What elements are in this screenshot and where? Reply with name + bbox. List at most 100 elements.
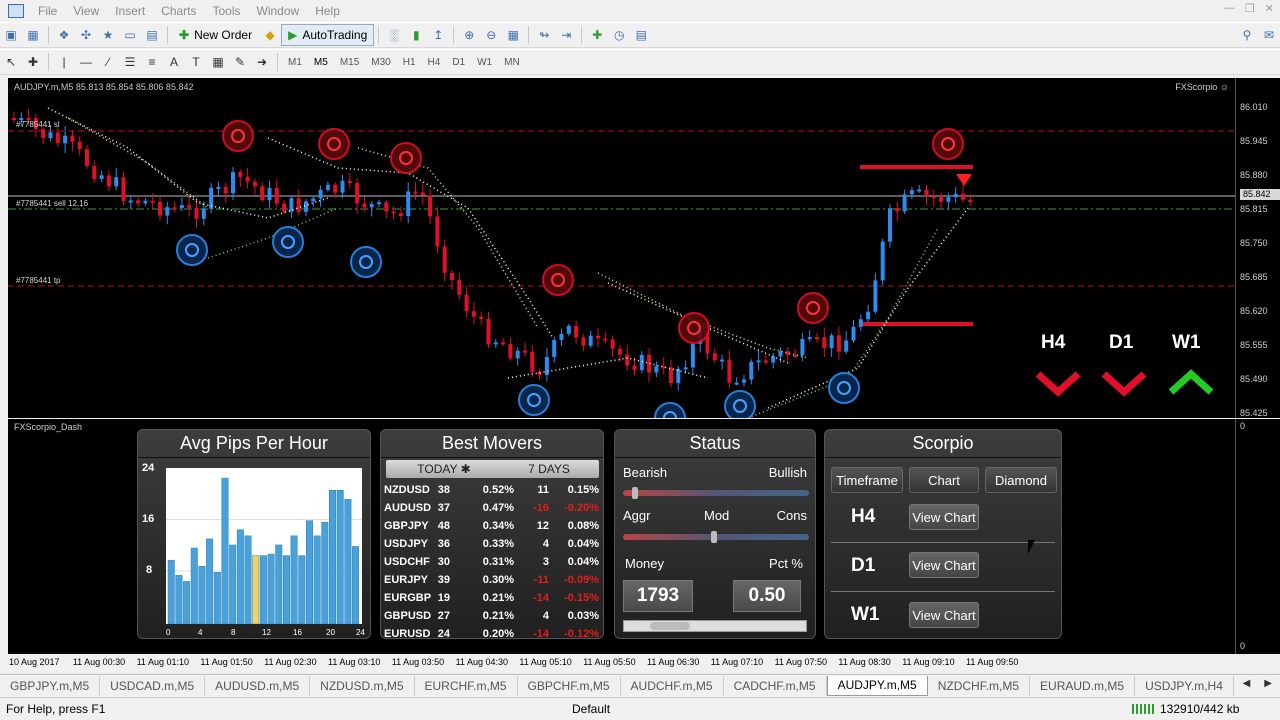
- risk-slider-knob[interactable]: [711, 531, 717, 543]
- indicators-icon[interactable]: ✚: [586, 25, 608, 45]
- metaeditor-icon[interactable]: ◆: [259, 25, 281, 45]
- crosshair-icon[interactable]: ✚: [22, 52, 44, 72]
- candle-body: [961, 193, 965, 200]
- tab-scroll-right-icon[interactable]: ▶: [1264, 678, 1272, 689]
- diamond-button[interactable]: Diamond: [985, 467, 1057, 493]
- grid-icon[interactable]: ▦: [207, 52, 229, 72]
- menu-charts[interactable]: Charts: [153, 4, 204, 18]
- pips-bar: [259, 555, 267, 625]
- horizontal-line-icon[interactable]: —: [75, 52, 97, 72]
- tf-m5[interactable]: M5: [308, 57, 334, 68]
- cursor-icon[interactable]: ↖: [0, 52, 22, 72]
- restore-icon[interactable]: ❐: [1245, 2, 1255, 15]
- menu-help[interactable]: Help: [307, 4, 348, 18]
- periods-icon[interactable]: ◷: [608, 25, 630, 45]
- menu-view[interactable]: View: [65, 4, 107, 18]
- text-icon[interactable]: A: [163, 52, 185, 72]
- tf-d1[interactable]: D1: [446, 57, 471, 68]
- templates-icon[interactable]: ▤: [630, 25, 652, 45]
- candle-body: [347, 180, 352, 184]
- chart-tab[interactable]: AUDJPY.m,M5: [826, 675, 928, 696]
- tester-icon[interactable]: ▤: [141, 25, 163, 45]
- risk-slider[interactable]: [623, 531, 809, 543]
- view-chart-d1-button[interactable]: View Chart: [909, 552, 979, 578]
- chart-tab[interactable]: CADCHF.m,M5: [724, 675, 827, 696]
- chart-tab[interactable]: USDJPY.m,H4: [1135, 675, 1234, 696]
- tf-w1[interactable]: W1: [471, 57, 498, 68]
- chart-tab[interactable]: USDCAD.m,M5: [100, 675, 206, 696]
- search-icon[interactable]: ⚲: [1236, 25, 1258, 45]
- chart-tab[interactable]: GBPJPY.m,M5: [0, 675, 101, 696]
- timeframe-button[interactable]: Timeframe: [831, 467, 903, 493]
- chart-tab[interactable]: EURCHF.m,M5: [415, 675, 518, 696]
- chart-tab[interactable]: NZDCHF.m,M5: [928, 675, 1031, 696]
- chart-tab[interactable]: NZDUSD.m,M5: [310, 675, 415, 696]
- tf-mn[interactable]: MN: [498, 57, 526, 68]
- autotrading-button[interactable]: ▶ AutoTrading: [281, 24, 375, 46]
- chart-tab[interactable]: AUDCHF.m,M5: [621, 675, 724, 696]
- fibonacci-icon[interactable]: ≡: [141, 52, 163, 72]
- chart-tab[interactable]: AUDUSD.m,M5: [205, 675, 311, 696]
- arrows-icon[interactable]: ➜: [251, 52, 273, 72]
- view-chart-w1-button[interactable]: View Chart: [909, 602, 979, 628]
- text-label-icon[interactable]: T: [185, 52, 207, 72]
- candle-body: [866, 311, 871, 320]
- tab-scroll-left-icon[interactable]: ◀: [1243, 678, 1251, 689]
- terminal-icon[interactable]: ▭: [119, 25, 141, 45]
- pct-value[interactable]: 0.50: [733, 580, 801, 612]
- tf-h4[interactable]: H4: [422, 57, 447, 68]
- candle-body: [654, 366, 659, 373]
- candlesticks-icon[interactable]: ▮: [405, 25, 427, 45]
- menu-tools[interactable]: Tools: [205, 4, 249, 18]
- tab-7-days[interactable]: 7 DAYS: [499, 460, 599, 478]
- mover-pct: 0.33%: [482, 538, 514, 550]
- menu-insert[interactable]: Insert: [107, 4, 153, 18]
- new-chart-icon[interactable]: ▣: [0, 25, 22, 45]
- trend-slider[interactable]: [623, 487, 809, 499]
- chart-tab[interactable]: EURAUD.m,M5: [1030, 675, 1136, 696]
- market-watch-icon[interactable]: ❖: [53, 25, 75, 45]
- main-toolbar: ▣ ▦ ❖ ✣ ★ ▭ ▤ ✚ New Order ◆ ▶ AutoTrading …: [0, 22, 1280, 48]
- candle-body: [106, 175, 111, 187]
- trend-slider-knob[interactable]: [632, 487, 638, 499]
- chart-tab[interactable]: GBPCHF.m,M5: [518, 675, 621, 696]
- scroll-thumb[interactable]: [650, 622, 690, 630]
- mover-pair: NZDUSD: [384, 484, 430, 496]
- tab-today[interactable]: TODAY ✱: [386, 460, 502, 478]
- x-tick: 20: [326, 628, 335, 637]
- status-panel: Status Bearish Bullish Aggr Mod Cons Mon…: [614, 429, 816, 639]
- tf-m30[interactable]: M30: [365, 57, 396, 68]
- tf-m15[interactable]: M15: [334, 57, 365, 68]
- new-order-button[interactable]: ✚ New Order: [172, 24, 259, 46]
- chat-icon[interactable]: ✉: [1258, 25, 1280, 45]
- view-chart-h4-button[interactable]: View Chart: [909, 504, 979, 530]
- price-tick: 85.945: [1240, 136, 1268, 146]
- data-window-icon[interactable]: ★: [97, 25, 119, 45]
- menu-window[interactable]: Window: [249, 4, 308, 18]
- chart-button[interactable]: Chart: [909, 467, 979, 493]
- zoom-in-icon[interactable]: ⊕: [458, 25, 480, 45]
- chart-shift-icon[interactable]: ⇥: [555, 25, 577, 45]
- indicator-trail: [47, 107, 329, 219]
- channel-icon[interactable]: ☰: [119, 52, 141, 72]
- candle-body: [63, 135, 68, 144]
- line-chart-icon[interactable]: ↥: [427, 25, 449, 45]
- mover-pair: USDCHF: [384, 556, 430, 568]
- money-value[interactable]: 1793: [623, 580, 693, 612]
- navigator-icon[interactable]: ✣: [75, 25, 97, 45]
- draw-icon[interactable]: ✎: [229, 52, 251, 72]
- vertical-line-icon[interactable]: |: [53, 52, 75, 72]
- zoom-out-icon[interactable]: ⊖: [480, 25, 502, 45]
- trendline-icon[interactable]: ∕: [97, 52, 119, 72]
- minimize-icon[interactable]: —: [1224, 2, 1235, 15]
- close-icon[interactable]: ✕: [1265, 2, 1274, 15]
- tf-h1[interactable]: H1: [397, 57, 422, 68]
- bar-chart-icon[interactable]: ░: [383, 25, 405, 45]
- profiles-icon[interactable]: ▦: [22, 25, 44, 45]
- menu-file[interactable]: File: [30, 4, 65, 18]
- price-chart[interactable]: AUDJPY.m,M5 85.813 85.854 85.806 85.842 …: [8, 78, 1235, 418]
- autoscroll-icon[interactable]: ↬: [533, 25, 555, 45]
- status-scrollbar[interactable]: [623, 620, 807, 632]
- tile-windows-icon[interactable]: ▦: [502, 25, 524, 45]
- tf-m1[interactable]: M1: [282, 57, 308, 68]
